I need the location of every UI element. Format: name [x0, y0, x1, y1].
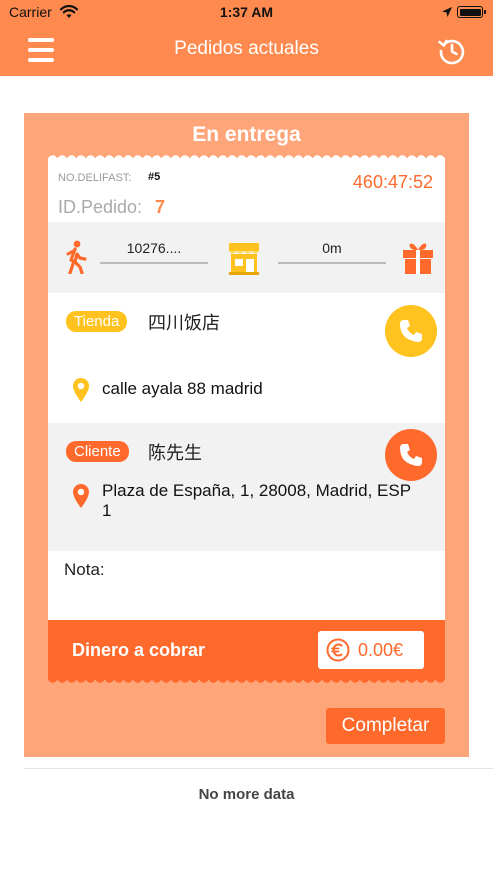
ticket-edge-top: [48, 155, 445, 160]
euro-coin-icon: [326, 638, 350, 662]
route-line-1: [100, 262, 208, 264]
history-clock-icon[interactable]: [437, 36, 467, 66]
route-progress: 10276.... 0m: [48, 222, 445, 293]
elapsed-timer: 460:47:52: [352, 172, 433, 192]
call-client-button[interactable]: [385, 429, 437, 481]
store-name: 四川饭店: [148, 313, 220, 333]
location-pin-icon: [73, 484, 89, 508]
client-section: Cliente 陈先生 Plaza de España, 1, 28008, M…: [48, 423, 445, 551]
distance-to-client: 0m: [322, 240, 342, 256]
delifast-number: #5: [148, 171, 161, 183]
status-bar: Carrier 1:37 AM: [0, 0, 493, 26]
order-status-heading: En entrega: [192, 123, 301, 146]
order-card: En entrega NO.DELIFAST: #5 460:47:52 ID.…: [24, 113, 469, 757]
client-address: Plaza de España, 1, 28008, Madrid, ESP 1: [102, 481, 411, 520]
page-title: Pedidos actuales: [174, 38, 319, 59]
payment-bar: Dinero a cobrar 0.00€: [48, 620, 445, 680]
ticket-edge-bottom: [48, 678, 445, 683]
client-tag: Cliente: [66, 441, 129, 462]
store-address: calle ayala 88 madrid: [102, 379, 263, 398]
payment-label: Dinero a cobrar: [72, 640, 206, 660]
store-icon: [229, 243, 259, 275]
note-label: Nota:: [64, 560, 105, 579]
call-store-button[interactable]: [385, 305, 437, 357]
payment-amount-box: 0.00€: [318, 631, 424, 669]
location-pin-icon: [73, 378, 89, 402]
payment-amount: 0.00€: [358, 640, 404, 660]
distance-to-store: 10276....: [126, 240, 182, 256]
order-ticket: NO.DELIFAST: #5 460:47:52 ID.Pedido: 7 1…: [48, 155, 445, 683]
complete-button[interactable]: Completar: [326, 708, 445, 744]
client-name: 陈先生: [148, 443, 202, 463]
location-arrow-icon: [442, 7, 452, 17]
gift-icon: [403, 243, 433, 274]
battery-icon: [457, 6, 486, 18]
walking-person-icon: [66, 240, 87, 274]
store-section: Tienda 四川饭店 calle ayala 88 madrid: [48, 293, 445, 423]
order-id-value: 7: [155, 197, 166, 217]
phone-icon: [400, 444, 422, 466]
clock-time: 1:37 AM: [219, 4, 274, 20]
top-bar: Carrier 1:37 AM Pedidos actuales: [0, 0, 493, 76]
store-tag: Tienda: [66, 311, 128, 332]
delifast-number-label: NO.DELIFAST:: [58, 172, 132, 184]
route-line-2: [278, 262, 386, 264]
list-divider: [24, 768, 493, 769]
no-more-data-label: No more data: [198, 786, 295, 803]
order-id-label: ID.Pedido:: [58, 197, 143, 217]
phone-icon: [400, 320, 422, 342]
